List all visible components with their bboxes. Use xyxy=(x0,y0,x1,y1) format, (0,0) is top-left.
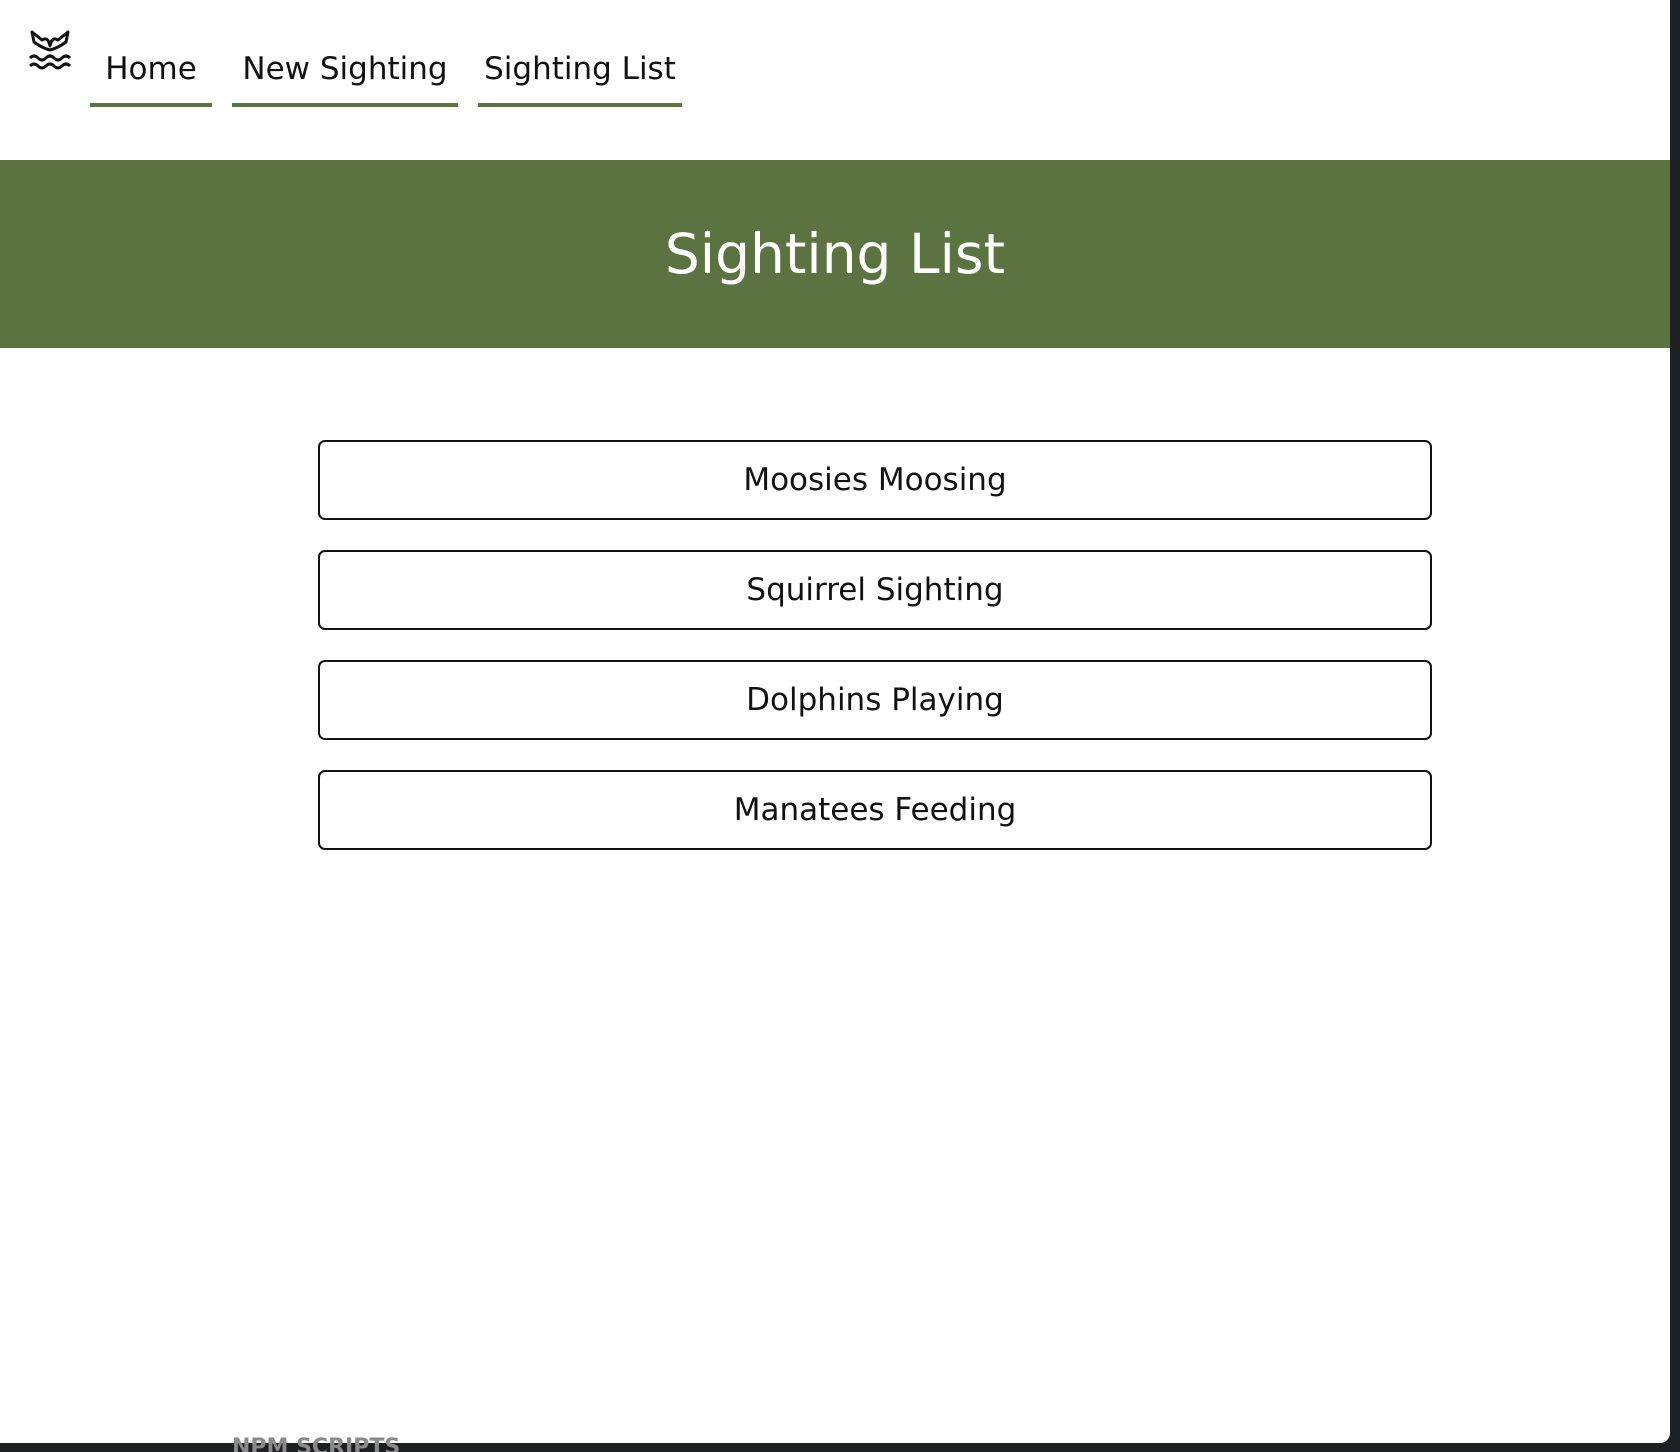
page-header-banner: Sighting List xyxy=(0,160,1670,348)
nav-link-home[interactable]: Home xyxy=(90,40,212,107)
app-window: Home New Sighting Sighting List Sighting… xyxy=(0,0,1670,1443)
nav-link-label: Sighting List xyxy=(484,51,676,87)
sighting-item-button[interactable]: Manatees Feeding xyxy=(318,770,1432,850)
sighting-item-button[interactable]: Dolphins Playing xyxy=(318,660,1432,740)
whale-tail-waves-icon[interactable] xyxy=(28,28,72,72)
nav-link-label: Home xyxy=(105,51,197,87)
background-editor-strip: NPM SCRIPTS xyxy=(0,1437,1680,1452)
sighting-item-button[interactable]: Moosies Moosing xyxy=(318,440,1432,520)
npm-scripts-label: NPM SCRIPTS xyxy=(232,1437,401,1452)
nav-link-sighting-list[interactable]: Sighting List xyxy=(478,40,682,107)
page-title: Sighting List xyxy=(664,222,1006,286)
sighting-item-button[interactable]: Squirrel Sighting xyxy=(318,550,1432,630)
nav-link-label: New Sighting xyxy=(242,51,448,87)
top-nav: Home New Sighting Sighting List xyxy=(0,0,1670,160)
sighting-list: Moosies Moosing Squirrel Sighting Dolphi… xyxy=(318,440,1432,880)
nav-link-new-sighting[interactable]: New Sighting xyxy=(232,40,458,107)
